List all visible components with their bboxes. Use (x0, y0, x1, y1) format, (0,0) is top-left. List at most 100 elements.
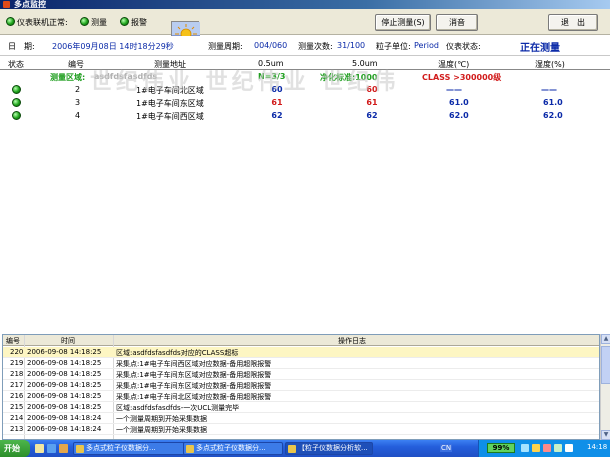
system-tray: CN 99% 14:18 (440, 440, 610, 457)
log-row[interactable]: 218 2006-09-08 14:18:25 采集点:1#电子车间东区域对应数… (3, 369, 599, 380)
mute-button[interactable]: 消音 (436, 14, 478, 31)
unit-label: 粒子单位: (376, 42, 411, 51)
table-row[interactable]: 4 1#电子车间西区域 62 62 62.0 62.0 (0, 110, 610, 122)
scroll-up-icon[interactable]: ▲ (601, 334, 610, 344)
log-row-number: 217 (10, 381, 24, 389)
app-window-icon (76, 445, 84, 453)
log-col-message: 操作日志 (338, 337, 366, 345)
measure-status-label: 测量 (91, 18, 107, 27)
battery-indicator[interactable]: 99% (487, 443, 515, 453)
network-icon[interactable] (521, 444, 529, 452)
log-row[interactable]: 215 2006-09-08 14:18:25 区域:asdfdsfasdfds… (3, 402, 599, 413)
app-window-icon (186, 445, 194, 453)
log-header: 编号 时间 操作日志 (3, 335, 599, 346)
log-row[interactable]: 216 2006-09-08 14:18:25 采集点:1#电子车间北区域对应数… (3, 391, 599, 402)
log-row[interactable]: 219 2006-09-08 14:18:25 采集点:1#电子车间西区域对应数… (3, 358, 599, 369)
led-green-icon (120, 17, 129, 26)
zone-label: 测量区域: (50, 73, 86, 82)
table-row[interactable]: 3 1#电子车间东区域 61 61 61.0 61.0 (0, 97, 610, 109)
lang-indicator[interactable]: CN (440, 444, 453, 452)
volume-icon[interactable] (532, 444, 540, 452)
row-number: 3 (75, 98, 81, 107)
quicklaunch-desktop-icon[interactable] (35, 444, 44, 453)
exit-button[interactable]: 退 出 (548, 14, 598, 31)
task-button[interactable]: 多点式粒子仪数据分... (183, 442, 283, 455)
log-row-message: 一个测量周期到开始采集数据 (116, 415, 207, 423)
task-label: 【粒子仪数据分析软... (298, 444, 368, 452)
log-row-number: 220 (10, 348, 24, 356)
log-panel: 编号 时间 操作日志 220 2006-09-08 14:18:25 区域:as… (2, 334, 600, 440)
col-humidity: 湿度(%) (535, 60, 565, 69)
led-green-icon (80, 17, 89, 26)
count-label: 测量次数: (298, 42, 333, 51)
log-row-time: 2006-09-08 14:18:25 (27, 370, 102, 378)
row-humidity: 62.0 (543, 111, 563, 120)
alarm-status: 报警 (120, 17, 147, 28)
quicklaunch-folder-icon[interactable] (59, 444, 68, 453)
count-value: 31/100 (337, 41, 366, 50)
alarm-status-label: 报警 (131, 18, 147, 27)
start-label: 开始 (4, 444, 20, 453)
log-row-message: 采集点:1#电子车间西区域对应数据-备用超限报警 (116, 360, 272, 368)
date-label: 日 期: (8, 42, 35, 51)
start-button[interactable]: 开始 (0, 440, 30, 457)
log-row-time: 2006-09-08 14:18:24 (27, 414, 102, 422)
log-row-time: 2006-09-08 14:18:25 (27, 381, 102, 389)
period-label: 测量周期: (208, 42, 243, 51)
row-05um: 61 (271, 98, 283, 107)
row-temp: 62.0 (449, 111, 469, 120)
row-05um: 62 (271, 111, 283, 120)
led-green-icon (12, 111, 21, 120)
row-address: 1#电子车间西区域 (136, 112, 204, 121)
window-title: 多点监控 (14, 0, 46, 9)
tray-app-icon[interactable] (554, 444, 562, 452)
stop-measure-button[interactable]: 停止测量(S) (375, 14, 431, 31)
log-row-message: 区域:asdfdsfasdfds-一次UCL测量完毕 (116, 404, 240, 412)
log-row-number: 216 (10, 392, 24, 400)
measure-status: 测量 (80, 17, 107, 28)
task-button[interactable]: 多点式粒子仪数据分... (73, 442, 191, 455)
antivirus-icon[interactable] (543, 444, 551, 452)
log-row-number: 219 (10, 359, 24, 367)
status-value: 正在测量 (520, 43, 560, 54)
zone-class: CLASS >300000级 (422, 73, 502, 82)
col-number: 编号 (68, 60, 84, 69)
log-row-time: 2006-09-08 14:18:25 (27, 392, 102, 400)
log-row[interactable]: 214 2006-09-08 14:18:24 一个测量周期到开始采集数据 (3, 413, 599, 424)
log-row[interactable]: 220 2006-09-08 14:18:25 区域:asdfdsfasdfds… (3, 347, 599, 358)
log-row-number: 214 (10, 414, 24, 422)
row-number: 2 (75, 85, 81, 94)
row-address: 1#电子车间东区域 (136, 99, 204, 108)
log-row-number: 215 (10, 403, 24, 411)
date-value: 2006年09月08日 14时18分29秒 (52, 42, 174, 51)
instrument-status: 仪表联机正常: (6, 17, 68, 28)
watermark: 世纪伟业 世纪伟业 世纪伟 (90, 70, 400, 95)
app-window-icon (288, 445, 296, 453)
task-label: 多点式粒子仪数据分... (196, 444, 266, 452)
instrument-status-label: 仪表联机正常: (17, 18, 68, 27)
log-row-number: 213 (10, 425, 24, 433)
log-row[interactable]: 213 2006-09-08 14:18:24 一个测量周期到开始采集数据 (3, 424, 599, 435)
task-button[interactable]: 【粒子仪数据分析软... (285, 442, 373, 455)
log-row-time: 2006-09-08 14:18:25 (27, 403, 102, 411)
clock: 14:18 (587, 443, 608, 451)
taskbar: 开始 多点式粒子仪数据分... 多点式粒子仪数据分... 【粒子仪数据分析软..… (0, 440, 610, 457)
log-scrollbar[interactable]: ▲ ▼ (600, 334, 610, 440)
led-green-icon (12, 85, 21, 94)
quicklaunch-ie-icon[interactable] (47, 444, 56, 453)
row-50um: 61 (366, 98, 378, 107)
row-number: 4 (75, 111, 81, 120)
log-row-time: 2006-09-08 14:18:25 (27, 348, 102, 356)
log-row-message: 区域:asdfdsfasdfds对应的CLASS超标 (116, 349, 239, 357)
task-label: 多点式粒子仪数据分... (86, 444, 156, 452)
log-row-number: 218 (10, 370, 24, 378)
window-title-bar: 多点监控 (0, 0, 610, 9)
scroll-down-icon[interactable]: ▼ (601, 430, 610, 440)
led-green-icon (6, 17, 15, 26)
col-status: 状态 (8, 60, 24, 69)
tray-misc-icon[interactable] (565, 444, 573, 452)
scroll-thumb[interactable] (601, 346, 610, 384)
info-bar: 日 期: 2006年09月08日 14时18分29秒 测量周期: 004/060… (0, 36, 610, 56)
log-row[interactable]: 217 2006-09-08 14:18:25 采集点:1#电子车间东区域对应数… (3, 380, 599, 391)
log-row-time: 2006-09-08 14:18:24 (27, 425, 102, 433)
